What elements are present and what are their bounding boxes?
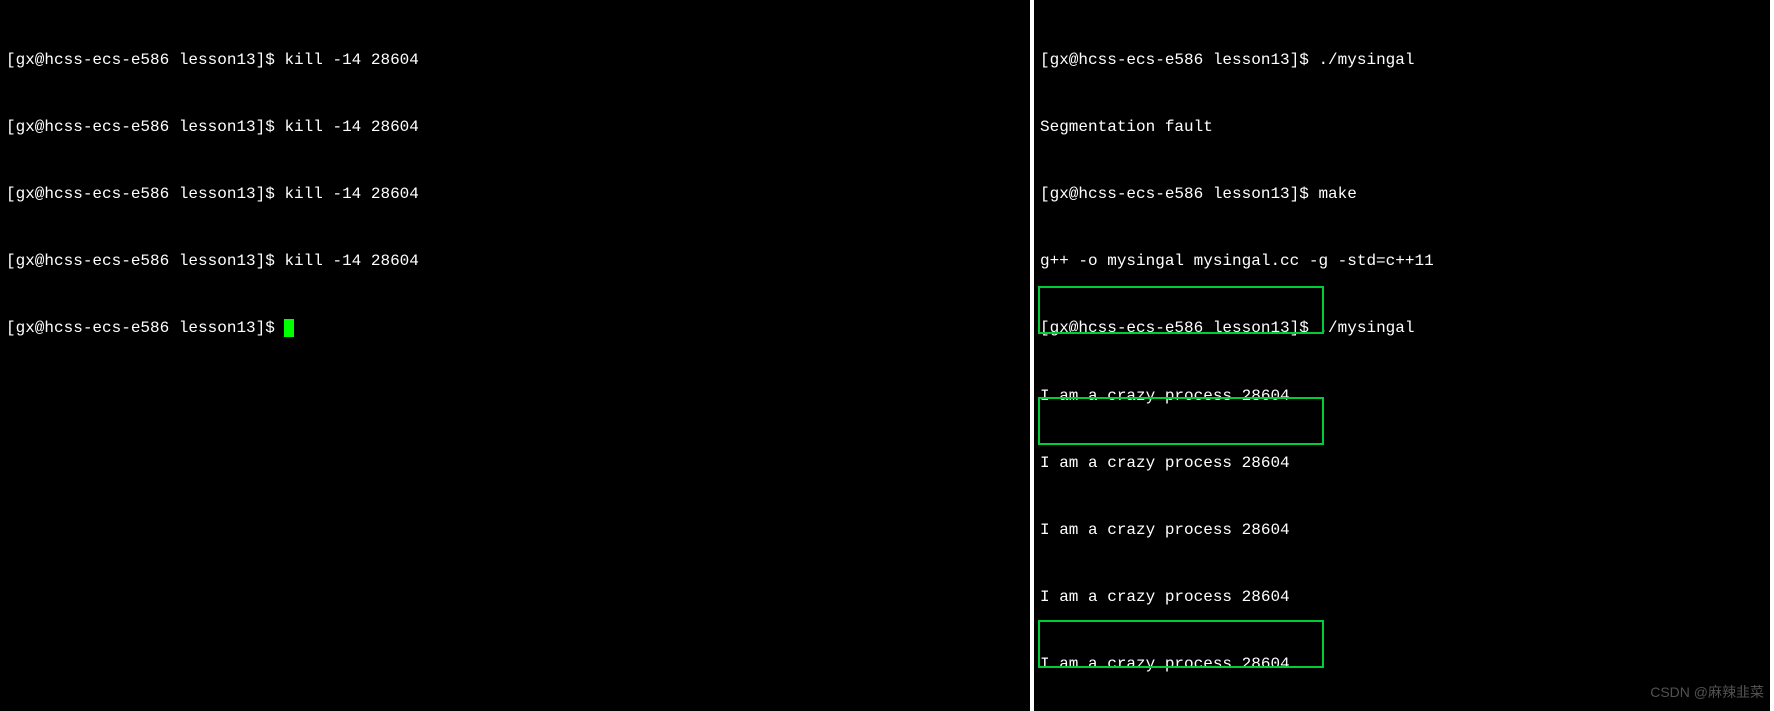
terminal-line: Segmentation fault (1040, 116, 1764, 138)
right-terminal[interactable]: [gx@hcss-ecs-e586 lesson13]$ ./mysingal … (1034, 0, 1770, 711)
terminal-line: [gx@hcss-ecs-e586 lesson13]$ make (1040, 183, 1764, 205)
terminal-line: I am a crazy process 28604 (1040, 586, 1764, 608)
watermark: CSDN @麻辣韭菜 (1650, 683, 1764, 703)
terminal-line: g++ -o mysingal mysingal.cc -g -std=c++1… (1040, 250, 1764, 272)
terminal-line: [gx@hcss-ecs-e586 lesson13]$ ./mysingal (1040, 49, 1764, 71)
terminal-line: [gx@hcss-ecs-e586 lesson13]$ ./mysingal (1040, 317, 1764, 339)
terminal-line: [gx@hcss-ecs-e586 lesson13]$ (6, 317, 1024, 339)
terminal-line: [gx@hcss-ecs-e586 lesson13]$ kill -14 28… (6, 49, 1024, 71)
terminal-line: I am a crazy process 28604 (1040, 653, 1764, 675)
terminal-line: I am a crazy process 28604 (1040, 385, 1764, 407)
left-terminal[interactable]: [gx@hcss-ecs-e586 lesson13]$ kill -14 28… (0, 0, 1030, 711)
cursor-icon (284, 319, 294, 337)
terminal-line: [gx@hcss-ecs-e586 lesson13]$ kill -14 28… (6, 183, 1024, 205)
terminal-line: I am a crazy process 28604 (1040, 519, 1764, 541)
terminal-line: I am a crazy process 28604 (1040, 452, 1764, 474)
terminal-line: [gx@hcss-ecs-e586 lesson13]$ kill -14 28… (6, 250, 1024, 272)
terminal-line: [gx@hcss-ecs-e586 lesson13]$ kill -14 28… (6, 116, 1024, 138)
